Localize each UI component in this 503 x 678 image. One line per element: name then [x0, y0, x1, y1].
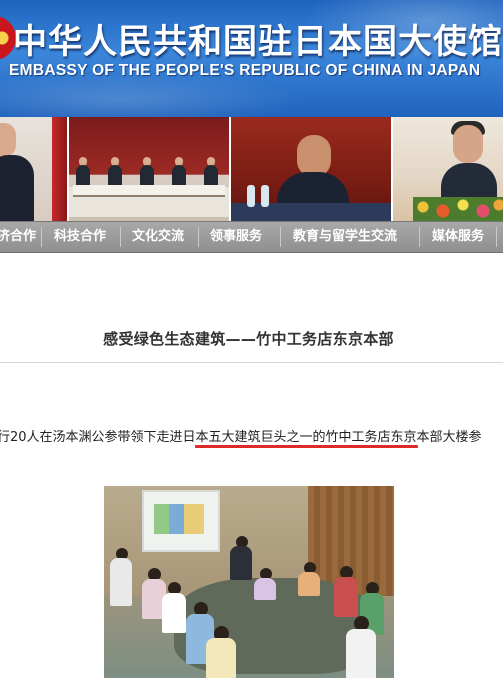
site-banner[interactable]: 中华人民共和国驻日本国大使馆 EMBASSY OF THE PEOPLE'S R…	[0, 0, 503, 117]
article-title: 感受绿色生态建筑——竹中工务店东京本部	[0, 328, 503, 349]
header-photo-ambassador[interactable]	[0, 117, 67, 221]
banner-title-chinese: 中华人民共和国驻日本国大使馆	[13, 22, 503, 62]
article-title-text: 感受绿色生态建筑——竹中工务店东京本部	[103, 330, 394, 348]
nav-item-education-exchange[interactable]: 教育与留学生交流	[293, 222, 397, 252]
article-body-text: 行20人在汤本渊公参带领下走进日本五大建筑巨头之一的竹中工务店东京本部大楼参	[0, 430, 482, 445]
header-photo-ambassador-2[interactable]	[393, 117, 503, 221]
nav-separator	[41, 227, 42, 247]
nav-item-cultural-exchange[interactable]: 文化交流	[132, 222, 184, 252]
nav-item-economic-cooperation[interactable]: 济合作	[0, 222, 36, 252]
header-photo-speaker[interactable]	[231, 117, 391, 221]
title-divider	[0, 362, 503, 363]
nav-item-media-services[interactable]: 媒体服务	[432, 222, 484, 252]
presentation-screen	[142, 490, 220, 552]
article-photo[interactable]	[104, 486, 394, 678]
nav-separator	[198, 227, 199, 247]
nav-item-consular-services[interactable]: 领事服务	[210, 222, 262, 252]
header-photo-panel[interactable]	[69, 117, 229, 221]
nav-separator	[120, 227, 121, 247]
main-nav: 济合作 科技合作 文化交流 领事服务 教育与留学生交流 媒体服务	[0, 221, 503, 253]
nav-item-science-cooperation[interactable]: 科技合作	[54, 222, 106, 252]
nav-separator	[496, 227, 497, 247]
banner-title-english: EMBASSY OF THE PEOPLE'S REPUBLIC OF CHIN…	[9, 62, 481, 79]
nav-separator	[280, 227, 281, 247]
red-highlight-underline	[195, 445, 418, 448]
nav-separator	[419, 227, 420, 247]
header-photo-strip	[0, 117, 503, 221]
